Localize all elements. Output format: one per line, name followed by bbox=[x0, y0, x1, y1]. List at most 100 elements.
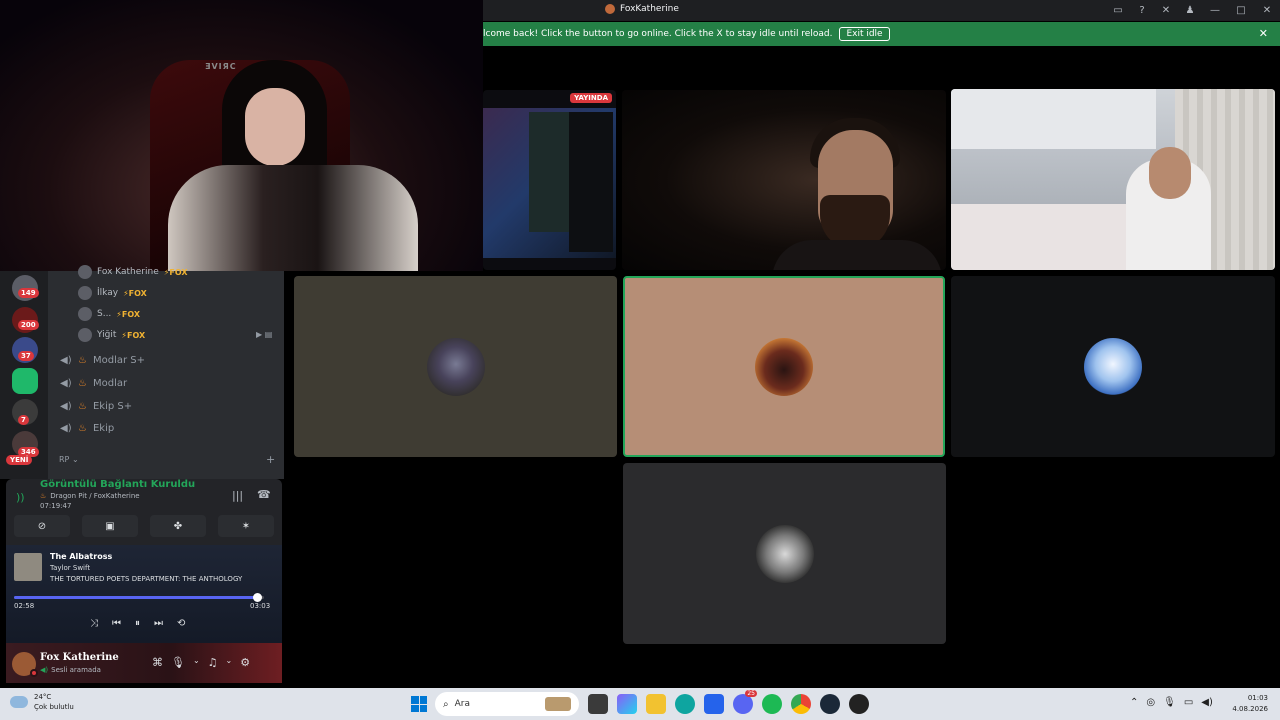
streamer-webcam: ƎVIЯC bbox=[0, 0, 483, 271]
shuffle-icon[interactable]: ⤨ bbox=[90, 618, 98, 629]
participant-avatar-tile[interactable] bbox=[294, 276, 617, 457]
camera-off-button[interactable]: ⊘ bbox=[14, 515, 70, 537]
voice-channel[interactable]: ◀) ♨ Ekip bbox=[60, 423, 114, 434]
edge-icon[interactable] bbox=[675, 694, 695, 714]
voice-user[interactable]: S... ⚡FOX bbox=[78, 307, 140, 321]
microphone-icon[interactable]: 🎙 bbox=[171, 656, 185, 669]
participant-camera-tile[interactable] bbox=[622, 90, 946, 270]
task-view-icon[interactable] bbox=[588, 694, 608, 714]
avatar bbox=[1084, 337, 1142, 396]
repeat-icon[interactable]: ⟲ bbox=[177, 618, 185, 629]
voice-user-name: İlkay bbox=[97, 288, 119, 298]
mention-badge: 200 bbox=[18, 320, 39, 330]
copilot-icon[interactable] bbox=[617, 694, 637, 714]
help-icon[interactable]: ? bbox=[1130, 0, 1154, 21]
spotify-icon[interactable] bbox=[762, 694, 782, 714]
role-tag: ⚡FOX bbox=[123, 288, 147, 298]
weather-widget[interactable]: 24°C Çok bulutlu bbox=[10, 692, 74, 712]
role-tag: ⚡FOX bbox=[163, 267, 188, 277]
next-icon[interactable]: ⏭ bbox=[154, 618, 163, 629]
track-artist[interactable]: Taylor Swift bbox=[50, 564, 90, 572]
file-explorer-icon[interactable] bbox=[646, 694, 666, 714]
speaking-participant-tile[interactable] bbox=[623, 276, 945, 457]
exit-idle-button[interactable]: Exit idle bbox=[839, 27, 890, 41]
signal-icon[interactable]: )) bbox=[16, 491, 25, 504]
search-highlight-icon bbox=[545, 697, 571, 711]
track-title[interactable]: The Albatross bbox=[50, 552, 112, 561]
participant-avatar-tile[interactable] bbox=[623, 463, 946, 644]
notice-close-icon[interactable]: ✕ bbox=[1259, 27, 1268, 40]
current-time: 02:58 bbox=[14, 602, 35, 610]
server-channel-path[interactable]: Dragon Pit / FoxKatherine bbox=[50, 492, 139, 500]
playback-progress-knob[interactable] bbox=[252, 593, 262, 602]
avatar bbox=[78, 265, 92, 279]
inbox-icon[interactable]: ▭ bbox=[1106, 0, 1130, 21]
gamepad-icon[interactable]: ⌘ bbox=[152, 656, 163, 669]
steam-icon[interactable] bbox=[820, 694, 840, 714]
chrome-icon[interactable] bbox=[791, 694, 811, 714]
fire-icon: ♨ bbox=[78, 378, 87, 389]
people-icon[interactable]: ♟ bbox=[1178, 0, 1202, 21]
add-channel-icon[interactable]: + bbox=[266, 453, 275, 466]
voice-channel-name: Modlar bbox=[92, 378, 128, 389]
github-icon[interactable] bbox=[849, 694, 869, 714]
live-badge: YAYINDA bbox=[570, 93, 612, 103]
close-button[interactable]: ✕ bbox=[1254, 0, 1280, 21]
idle-notice-message: lcome back! Click the button to go onlin… bbox=[483, 29, 833, 39]
system-clock[interactable]: 01:03 4.08.2026 bbox=[1232, 693, 1268, 715]
volume-icon[interactable]: ◀) bbox=[1201, 697, 1213, 708]
user-display-name[interactable]: Fox Katherine bbox=[40, 652, 119, 663]
streamer-face bbox=[245, 88, 305, 166]
participant-avatar-tile[interactable] bbox=[951, 276, 1275, 457]
previous-icon[interactable]: ⏮ bbox=[112, 618, 121, 629]
fire-icon: ♨ bbox=[78, 401, 87, 412]
server-icon[interactable] bbox=[12, 368, 38, 394]
track-album[interactable]: THE TORTURED POETS DEPARTMENT: THE ANTHO… bbox=[50, 575, 242, 583]
disconnect-icon[interactable]: ☎ bbox=[257, 488, 271, 501]
playback-progress-bar[interactable] bbox=[14, 593, 264, 602]
server-rail: 149 200 37 7 346 bbox=[0, 271, 48, 479]
microphone-icon[interactable]: 🎙 bbox=[1163, 697, 1176, 708]
discord-icon[interactable]: 25 bbox=[733, 690, 757, 714]
voice-user[interactable]: Yiğit ⚡FOX bbox=[78, 328, 145, 342]
voice-channel[interactable]: ◀) ♨ Modlar S+ bbox=[60, 355, 145, 366]
chevron-up-icon[interactable]: ⌃ bbox=[1130, 697, 1138, 708]
voice-channel[interactable]: ◀) ♨ Modlar bbox=[60, 378, 127, 389]
album-art[interactable] bbox=[14, 553, 42, 581]
voice-user[interactable]: Fox Katherine ⚡FOX bbox=[78, 265, 188, 279]
soundboard-button[interactable]: ✶ bbox=[218, 515, 274, 537]
activities-button[interactable]: ✤ bbox=[150, 515, 206, 537]
now-playing-panel: The Albatross Taylor Swift THE TORTURED … bbox=[6, 545, 282, 643]
category-header[interactable]: RP ⌄ bbox=[59, 455, 79, 464]
participant-camera-tile[interactable] bbox=[951, 89, 1275, 270]
minimize-button[interactable]: — bbox=[1202, 0, 1228, 21]
chevron-down-icon[interactable]: ⌄ bbox=[226, 656, 233, 669]
voice-connection-panel: )) Görüntülü Bağlantı Kuruldu ♨ Dragon P… bbox=[6, 479, 282, 545]
taskbar-search[interactable]: ⌕ Ara bbox=[435, 692, 579, 716]
camera-live-icons: ▶ ▤ bbox=[256, 330, 273, 339]
security-icon[interactable]: ◎ bbox=[1146, 697, 1155, 708]
headphones-icon[interactable]: ♫ bbox=[208, 656, 218, 669]
voice-user[interactable]: İlkay ⚡FOX bbox=[78, 286, 147, 300]
settings-gear-icon[interactable]: ⚙ bbox=[240, 656, 250, 669]
tools-icon[interactable]: ✕ bbox=[1154, 0, 1178, 21]
noise-suppression-icon[interactable]: ||| bbox=[232, 489, 243, 502]
screen-share-button[interactable]: ▣ bbox=[82, 515, 138, 537]
screenshare-tile[interactable]: YAYINDA bbox=[483, 90, 616, 270]
connection-status[interactable]: Görüntülü Bağlantı Kuruldu bbox=[40, 479, 195, 490]
weather-text: 24°C Çok bulutlu bbox=[34, 692, 74, 712]
avatar bbox=[78, 328, 92, 342]
start-menu-icon[interactable] bbox=[411, 696, 427, 712]
window-title-text: FoxKatherine bbox=[620, 4, 679, 14]
display-icon[interactable]: ▭ bbox=[1184, 697, 1193, 708]
pause-icon[interactable]: ⏸ bbox=[135, 618, 140, 629]
voice-channel[interactable]: ◀) ♨ Ekip S+ bbox=[60, 401, 132, 412]
store-icon[interactable] bbox=[704, 694, 724, 714]
dnd-status-icon bbox=[30, 669, 38, 677]
maximize-button[interactable]: □ bbox=[1228, 0, 1254, 21]
chevron-down-icon[interactable]: ⌄ bbox=[193, 656, 200, 669]
speaker-icon: ◀) bbox=[60, 401, 72, 412]
chair-logo: ƎVIЯC bbox=[205, 62, 237, 71]
window-title: FoxKatherine bbox=[605, 4, 679, 14]
voice-call-icon: ◀) bbox=[40, 666, 49, 674]
